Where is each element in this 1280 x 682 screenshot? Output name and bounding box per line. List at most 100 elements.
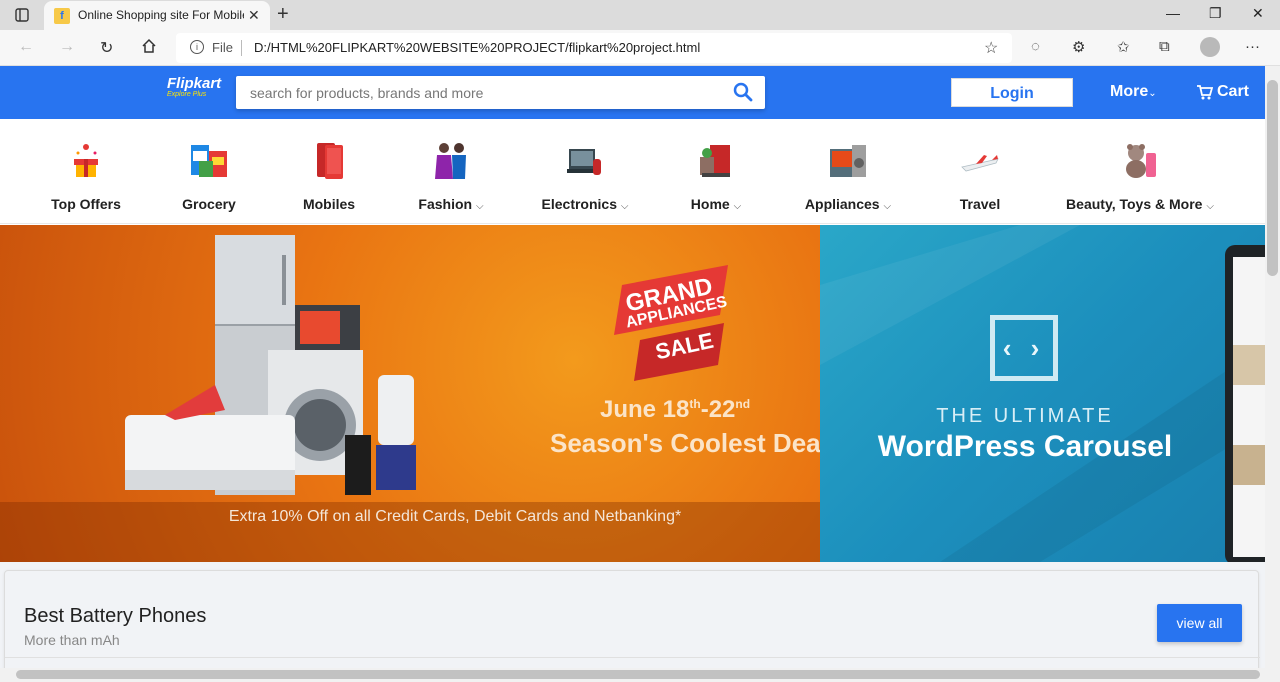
more-label: More [1110,83,1149,100]
category-appliances[interactable]: Appliances ⌵ [798,119,898,224]
category-label: Beauty, Toys & More ⌵ [1065,196,1215,212]
electronics-icon [563,141,607,181]
search-bar [236,76,765,109]
tab-title: Online Shopping site For Mobile [78,8,244,22]
sale-date-end: -22 [700,396,736,423]
grand-sale-badge: GRAND APPLIANCES SALE [623,273,728,365]
minimize-icon[interactable]: — [1166,5,1180,21]
section-divider [5,657,1260,658]
tab-actions-icon[interactable] [14,7,30,23]
category-label: Home ⌵ [676,196,756,212]
url-scheme: File [212,40,233,55]
category-label: Mobiles [302,196,356,212]
flipkart-favicon-icon: f [54,8,70,24]
sale-date-start: June 18 [600,396,690,423]
chevron-down-icon: ⌵ [733,201,742,212]
new-tab-icon[interactable]: + [277,3,289,26]
cart-icon [1197,84,1213,99]
category-electronics[interactable]: Electronics ⌵ [530,119,640,224]
carousel-line-1: THE ULTIMATE [936,405,1114,427]
category-label: Travel [959,196,1001,212]
chevron-down-icon: ⌵ [620,201,629,212]
cart-button[interactable]: Cart [1197,83,1249,101]
search-input[interactable] [236,76,716,109]
logo-text: Flipkart [167,75,222,92]
chevron-down-icon: ⌄ [1148,88,1157,99]
url-text[interactable]: D:/HTML%20FLIPKART%20WEBSITE%20PROJECT/f… [254,40,700,55]
category-fashion[interactable]: Fashion ⌵ [406,119,496,224]
carousel-line-2: WordPress Carousel [877,430,1173,463]
fashion-icon [429,141,473,181]
section-title: Best Battery Phones [24,605,207,627]
horizontal-scrollbar[interactable] [0,668,1280,682]
toys-icon [1118,141,1162,181]
tab-close-icon[interactable]: ✕ [248,7,260,24]
home-furnishing-icon [694,141,738,181]
offer-text: Extra 10% Off on all Credit Cards, Debit… [228,508,682,525]
grocery-icon [187,141,231,181]
vertical-scroll-thumb[interactable] [1267,80,1278,276]
appliances-label: Appliances [804,196,880,212]
browser-tabbar: f Online Shopping site For Mobile ✕ + — … [0,0,1280,30]
chevron-down-icon: ⌵ [1206,201,1214,212]
profile-avatar[interactable] [1200,37,1220,57]
horizontal-scroll-thumb[interactable] [16,670,1260,679]
flipkart-logo[interactable]: Flipkart Explore Plus [167,75,221,98]
vertical-scrollbar[interactable] [1265,66,1280,668]
best-battery-phones-section: Best Battery Phones More than mAh view a… [4,570,1260,680]
add-favorite-icon[interactable]: ☆ [984,38,998,58]
banner-wordpress-carousel[interactable]: ‹ › THE ULTIMATE WordPress Carousel [820,225,1265,562]
banner-grand-appliances-sale[interactable]: GRAND APPLIANCES SALE June 18th-22nd Sea… [0,225,820,562]
cart-label: Cart [1217,83,1250,100]
close-window-icon[interactable]: ✕ [1252,5,1264,22]
category-nav: Top Offers Grocery Mobiles Fashion ⌵ Ele… [0,119,1265,224]
sale-date-start-suffix: th [689,397,701,411]
extensions-icon[interactable]: ⚙ [1072,38,1085,56]
sale-tagline: Season's Coolest Deals [550,428,820,458]
sale-date-end-suffix: nd [735,397,751,411]
electronics-label: Electronics [541,196,617,212]
appliances-icon [826,141,870,181]
category-beauty-toys[interactable]: Beauty, Toys & More ⌵ [1065,119,1215,224]
category-top-offers[interactable]: Top Offers [41,119,131,224]
code-brackets-icon: ‹ › [990,315,1058,381]
logo-subtext: Explore Plus [167,91,207,98]
search-icon[interactable] [733,82,755,104]
home-label: Home [690,196,730,212]
category-label: Appliances ⌵ [798,196,898,212]
browser-tab[interactable]: f Online Shopping site For Mobile ✕ [44,1,270,30]
chevron-down-icon: ⌵ [475,201,484,212]
back-icon[interactable]: ← [18,38,34,56]
collections-icon[interactable]: ⧉ [1159,38,1170,55]
category-travel[interactable]: Travel [940,119,1020,224]
banner-background-graphic [820,225,1265,562]
section-background: Best Battery Phones More than mAh view a… [0,562,1265,680]
category-label: Electronics ⌵ [530,196,640,212]
home-icon[interactable] [141,38,157,59]
category-label: Fashion ⌵ [406,196,496,212]
info-icon[interactable]: i [190,40,204,54]
section-subtitle: More than mAh [24,632,120,648]
more-menu[interactable]: More⌄ [1110,83,1157,101]
category-grocery[interactable]: Grocery [164,119,254,224]
mobile-phone-icon [307,141,351,181]
top-offers-icon [64,141,108,181]
forward-icon[interactable]: → [59,38,75,56]
settings-menu-icon[interactable]: ··· [1245,38,1260,55]
category-label: Grocery [182,196,236,212]
maximize-icon[interactable]: ❐ [1209,5,1222,22]
reload-icon[interactable]: ↻ [100,38,113,58]
category-label: Top Offers [51,196,121,212]
sale-dates: June 18th-22nd [600,396,750,424]
login-button[interactable]: Login [951,78,1073,107]
category-home[interactable]: Home ⌵ [676,119,756,224]
address-bar[interactable]: i File D:/HTML%20FLIPKART%20WEBSITE%20PR… [176,33,1012,63]
reader-icon[interactable]: ◌ [1031,38,1040,55]
view-all-button[interactable]: view all [1157,604,1242,642]
chevron-down-icon: ⌵ [883,201,892,212]
category-mobiles[interactable]: Mobiles [284,119,374,224]
favorites-icon[interactable]: ✩ [1117,38,1130,56]
url-divider [241,40,242,56]
site-header: Flipkart Explore Plus Login More⌄ Cart [0,66,1265,119]
browser-toolbar: ← → ↻ i File D:/HTML%20FLIPKART%20WEBSIT… [0,30,1280,66]
